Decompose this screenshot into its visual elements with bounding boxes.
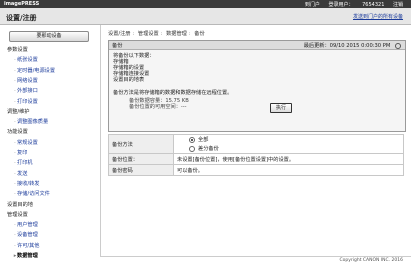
- method-label: 备份方法: [108, 134, 174, 154]
- app-logo: imagePRESS: [4, 1, 40, 7]
- password-label: 备份密码: [108, 164, 174, 176]
- sidebar-item[interactable]: ·网络设置: [13, 77, 38, 84]
- sidebar-item-label: 接收/转发: [17, 180, 40, 187]
- top-links: 到门户 登录用户： 7654321 注销: [298, 1, 403, 8]
- breadcrumb-current: 备份: [194, 31, 205, 37]
- settings-table: 备份方法 全部 差分备份 备份位置： 未设置[备份位置]，使用[备份位置设置]中…: [108, 134, 404, 176]
- sidebar-item-label: 外部接口: [17, 88, 38, 95]
- sidebar-item[interactable]: ·定时器/电源设置: [13, 67, 55, 74]
- backup-panel: 备份 最后更新：09/10 2015 0:00:30 PM 将备份以下数据： 存…: [108, 40, 406, 132]
- sidebar-item[interactable]: ·存储/访问文件: [13, 190, 50, 197]
- footer-divider: [100, 256, 411, 257]
- sidebar-item-label: 打印机: [17, 160, 33, 167]
- breadcrumb-item[interactable]: 数据管理: [166, 31, 187, 37]
- sidebar-item-label: 设备管理: [17, 232, 38, 239]
- register-button[interactable]: 要那动设备: [9, 31, 89, 42]
- sidebar-item[interactable]: ·外部接口: [13, 87, 38, 94]
- sidebar-item-label: 用户管理: [17, 222, 38, 229]
- breadcrumb-item[interactable]: 管理设置: [138, 31, 159, 37]
- sidebar-group[interactable]: 管理设置: [3, 211, 28, 218]
- send-to-portal-link[interactable]: 发送到门户的所有设备: [353, 13, 403, 20]
- sidebar-item-label: 参数设置: [7, 47, 28, 53]
- sidebar-item[interactable]: ·打印设置: [13, 98, 38, 105]
- sidebar-item[interactable]: ·打印机: [13, 159, 33, 167]
- sidebar-item[interactable]: ·设备管理: [13, 231, 38, 238]
- panel-header: 备份 最后更新：09/10 2015 0:00:30 PM: [109, 41, 405, 50]
- option-differential[interactable]: 差分备份: [189, 145, 400, 152]
- sidebar-item-label: 设置目的地: [7, 201, 33, 208]
- copyright: Copyright CANON INC. 2016: [339, 258, 404, 263]
- option-all[interactable]: 全部: [189, 136, 400, 143]
- sidebar-item-label: 常规设置: [17, 139, 38, 146]
- sidebar-item[interactable]: ·常规设置: [13, 139, 38, 146]
- last-updated: 最后更新：09/10 2015 0:00:30 PM: [304, 42, 401, 49]
- sidebar-item[interactable]: ·调整图像质量: [13, 118, 48, 125]
- sidebar-group[interactable]: 设置目的地: [3, 201, 33, 208]
- top-bar: imagePRESS 到门户 登录用户： 7654321 注销: [0, 0, 411, 8]
- backup-note: 备份方法是将存储箱的数据和数据存储在远程位置。: [113, 90, 233, 96]
- sidebar-item[interactable]: ·用户管理: [13, 221, 38, 228]
- sidebar-item-label: 许可/其他: [17, 242, 40, 249]
- breadcrumb: 设置/注册: 管理设置: 数据管理: 备份: [108, 31, 205, 37]
- panel-line: 设置目的地表: [113, 77, 145, 83]
- sidebar-item-label: 管理设置: [7, 211, 28, 218]
- table-row: 备份位置： 未设置[备份位置]，使用[备份位置设置]中的设置。: [108, 153, 404, 165]
- execute-button[interactable]: 执行: [270, 103, 292, 113]
- sidebar-item-label: 定时器/电源设置: [17, 67, 56, 74]
- location-value: 未设置[备份位置]，使用[备份位置设置]中的设置。: [173, 153, 404, 165]
- sidebar-item[interactable]: ·复印: [13, 149, 27, 156]
- refresh-icon[interactable]: [395, 42, 401, 49]
- backup-free-space: 备份位置的可用空间：---: [129, 104, 187, 110]
- sidebar-item-label: 调整/维护: [7, 108, 30, 115]
- table-row: 备份方法 全部 差分备份: [108, 134, 404, 154]
- password-value: 可以备份。: [173, 164, 404, 176]
- sidebar-item-label: 复印: [17, 150, 28, 156]
- sidebar: 要那动设备 参数设置 ·纸张设置 ·定时器/电源设置 ·网络设置 ·外部接口 ·打印设置调…: [0, 25, 101, 259]
- page-title: 设置/注册: [6, 14, 37, 22]
- location-label: 备份位置：: [108, 153, 174, 165]
- page-header: 设置/注册 发送到门户的所有设备: [0, 8, 411, 25]
- table-row: 备份密码 可以备份。: [108, 164, 404, 176]
- sidebar-item-label: 发送: [17, 170, 28, 177]
- timestamp: 最后更新：09/10 2015 0:00:30 PM: [303, 43, 391, 49]
- sidebar-item-label: 纸张设置: [17, 57, 38, 64]
- sidebar-item[interactable]: ·接收/转发: [13, 180, 40, 187]
- sidebar-group[interactable]: 参数设置: [3, 46, 28, 53]
- panel-title: 备份: [112, 43, 123, 49]
- sidebar-item[interactable]: ·纸张设置: [13, 56, 38, 63]
- sidebar-item-label: 打印设置: [17, 98, 38, 105]
- sidebar-item-label: 功能设置: [7, 129, 28, 136]
- method-options: 全部 差分备份: [173, 134, 404, 154]
- sidebar-item[interactable]: ▸数据管理: [13, 252, 38, 259]
- sidebar-item-label: 存储/访问文件: [17, 191, 50, 198]
- breadcrumb-item[interactable]: 设置/注册: [108, 31, 131, 37]
- sidebar-item[interactable]: ·许可/其他: [13, 242, 40, 249]
- sidebar-item[interactable]: ·发送: [13, 170, 27, 177]
- radio-selected-icon[interactable]: [189, 136, 195, 143]
- sidebar-group[interactable]: 调整/维护: [3, 108, 30, 115]
- sidebar-item-label: 数据管理: [17, 253, 38, 259]
- sidebar-item-label: 网络设置: [17, 77, 38, 84]
- sidebar-group[interactable]: 功能设置: [3, 128, 28, 135]
- sidebar-item-label: 调整图像质量: [17, 119, 49, 126]
- radio-icon[interactable]: [189, 145, 195, 152]
